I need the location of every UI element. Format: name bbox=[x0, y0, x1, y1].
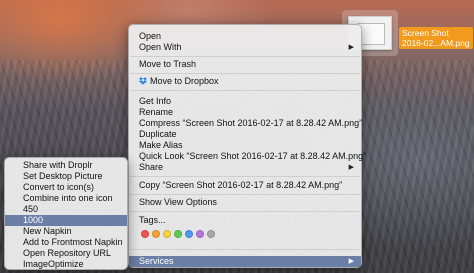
menu-separator bbox=[130, 73, 360, 74]
file-label-line-1: Screen Shot bbox=[402, 28, 449, 38]
tag-orange[interactable] bbox=[152, 230, 160, 238]
menu-item-make-alias[interactable]: Make Alias bbox=[129, 140, 361, 151]
menu-item-services[interactable]: Services ▶ bbox=[129, 256, 361, 267]
menu-item-label: Open With bbox=[139, 42, 182, 52]
menu-separator bbox=[130, 56, 360, 57]
menu-item-label: ImageOptimize bbox=[23, 259, 84, 269]
tag-yellow[interactable] bbox=[163, 230, 171, 238]
service-new-napkin[interactable]: New Napkin bbox=[5, 226, 127, 237]
menu-item-label: Move to Trash bbox=[139, 59, 197, 69]
menu-item-duplicate[interactable]: Duplicate bbox=[129, 129, 361, 140]
menu-item-open-with[interactable]: Open With ▶ bbox=[129, 42, 361, 53]
tag-blue[interactable] bbox=[185, 230, 193, 238]
menu-item-label: Quick Look “Screen Shot 2016-02-17 at 8.… bbox=[139, 151, 367, 161]
chevron-right-icon: ▶ bbox=[348, 44, 354, 51]
menu-item-move-to-dropbox[interactable]: Move to Dropbox bbox=[129, 76, 361, 87]
menu-item-label: Open bbox=[139, 31, 162, 41]
chevron-right-icon: ▶ bbox=[348, 164, 354, 171]
tag-green[interactable] bbox=[174, 230, 182, 238]
selected-file-label[interactable]: Screen Shot 2016-02...AM.png bbox=[399, 27, 473, 49]
menu-item-share[interactable]: Share ▶ bbox=[129, 162, 361, 173]
menu-item-label: Convert to icon(s) bbox=[23, 182, 95, 192]
menu-item-get-info[interactable]: Get Info bbox=[129, 96, 361, 107]
menu-item-show-view-options[interactable]: Show View Options bbox=[129, 197, 361, 208]
menu-item-label: Get Info bbox=[139, 96, 172, 106]
menu-item-label: New Napkin bbox=[23, 226, 72, 236]
service-set-desktop-picture[interactable]: Set Desktop Picture bbox=[5, 171, 127, 182]
tag-gray[interactable] bbox=[207, 230, 215, 238]
tag-red[interactable] bbox=[141, 230, 149, 238]
menu-item-label: Set Desktop Picture bbox=[23, 171, 103, 181]
service-imageoptimize[interactable]: ImageOptimize bbox=[5, 259, 127, 270]
menu-separator bbox=[130, 176, 360, 177]
service-450[interactable]: 450 bbox=[5, 204, 127, 215]
menu-item-label: Duplicate bbox=[139, 129, 177, 139]
context-menu: Open Open With ▶ Move to Trash Move to D… bbox=[128, 24, 366, 268]
file-label-line-2: 2016-02...AM.png bbox=[402, 38, 470, 48]
chevron-right-icon: ▶ bbox=[348, 258, 354, 265]
menu-item-copy[interactable]: Copy “Screen Shot 2016-02-17 at 8.28.42 … bbox=[129, 180, 361, 191]
menu-item-label: Share with Droplr bbox=[23, 160, 93, 170]
menu-item-label: Share bbox=[139, 162, 164, 172]
menu-item-tags[interactable]: Tags... bbox=[129, 215, 361, 226]
menu-item-label: Services bbox=[139, 256, 174, 266]
tag-purple[interactable] bbox=[196, 230, 204, 238]
menu-item-label: 1000 bbox=[23, 215, 44, 225]
menu-item-label: Make Alias bbox=[139, 140, 183, 150]
service-combine-into-one-icon[interactable]: Combine into one icon bbox=[5, 193, 127, 204]
service-add-to-frontmost-napkin[interactable]: Add to Frontmost Napkin bbox=[5, 237, 127, 248]
tag-color-row bbox=[141, 230, 218, 240]
service-1000[interactable]: 1000 bbox=[5, 215, 127, 226]
menu-separator bbox=[130, 194, 360, 195]
menu-separator bbox=[130, 90, 360, 91]
menu-item-label: Copy “Screen Shot 2016-02-17 at 8.28.42 … bbox=[139, 180, 343, 190]
menu-separator bbox=[130, 249, 360, 250]
menu-item-label: Tags... bbox=[139, 215, 166, 225]
service-convert-to-icons[interactable]: Convert to icon(s) bbox=[5, 182, 127, 193]
menu-item-quick-look[interactable]: Quick Look “Screen Shot 2016-02-17 at 8.… bbox=[129, 151, 366, 162]
services-submenu: Share with Droplr Set Desktop Picture Co… bbox=[4, 157, 128, 270]
menu-item-open[interactable]: Open bbox=[129, 31, 361, 42]
menu-item-rename[interactable]: Rename bbox=[129, 107, 361, 118]
service-open-repository-url[interactable]: Open Repository URL bbox=[5, 248, 127, 259]
menu-item-compress[interactable]: Compress “Screen Shot 2016-02-17 at 8.28… bbox=[129, 118, 363, 129]
menu-item-move-to-trash[interactable]: Move to Trash bbox=[129, 59, 361, 70]
dropbox-icon bbox=[139, 77, 147, 85]
menu-item-label: Rename bbox=[139, 107, 174, 117]
menu-item-label: Open Repository URL bbox=[23, 248, 112, 258]
menu-item-label: 450 bbox=[23, 204, 39, 214]
menu-item-label: Compress “Screen Shot 2016-02-17 at 8.28… bbox=[139, 118, 363, 128]
menu-item-label: Move to Dropbox bbox=[150, 76, 219, 86]
service-share-with-droplr[interactable]: Share with Droplr bbox=[5, 160, 127, 171]
menu-separator bbox=[130, 211, 360, 212]
menu-item-label: Add to Frontmost Napkin bbox=[23, 237, 123, 247]
menu-item-label: Combine into one icon bbox=[23, 193, 113, 203]
menu-item-label: Show View Options bbox=[139, 197, 217, 207]
